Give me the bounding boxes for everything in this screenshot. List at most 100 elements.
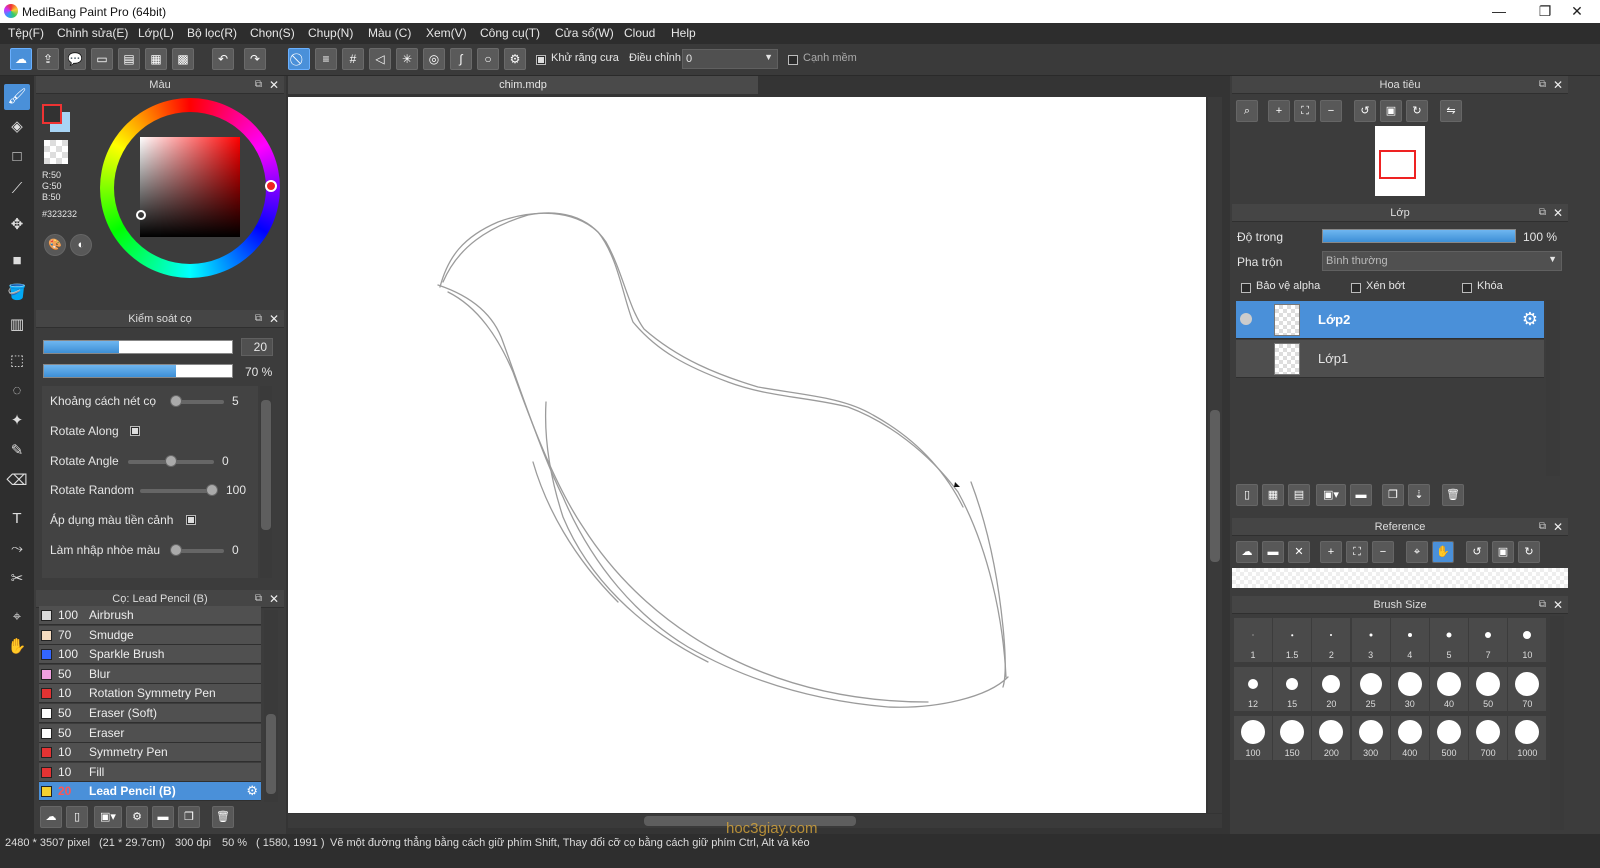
brush-size-scrollbar[interactable]	[1550, 616, 1564, 830]
cloud-brush-icon[interactable]: ☁	[40, 806, 62, 828]
brush-list-item[interactable]: 100 Sparkle Brush	[39, 645, 261, 665]
brush-size-preset[interactable]: 400	[1390, 716, 1429, 760]
merge-layer-icon[interactable]: ⇣	[1408, 484, 1430, 506]
select-eraser-tool-icon[interactable]: ⌫	[4, 468, 30, 494]
stroke-spacing-knob[interactable]	[170, 395, 182, 407]
layer-row-lop2[interactable]: Lớp2 ⚙	[1236, 301, 1544, 339]
popout-icon[interactable]: ⧉	[1539, 204, 1546, 222]
palette-icon[interactable]: 🎨	[44, 234, 66, 256]
duplicate-brush-icon[interactable]: ❐	[178, 806, 200, 828]
hand-tool-icon[interactable]: ✋	[4, 634, 30, 660]
cloud-reference-icon[interactable]: ☁	[1236, 541, 1258, 563]
layer-folder-icon[interactable]: ▬	[1350, 484, 1372, 506]
layer-list-scrollbar[interactable]	[1546, 300, 1560, 476]
hand-icon[interactable]: ✋	[1432, 541, 1454, 563]
brush-list-item[interactable]: 10 Rotation Symmetry Pen	[39, 684, 261, 704]
brush-size-preset[interactable]: 5	[1430, 618, 1468, 662]
popout-icon[interactable]: ⧉	[255, 76, 262, 94]
clipping-checkbox[interactable]	[1351, 281, 1361, 295]
rotate-angle-knob[interactable]	[165, 455, 177, 467]
brush-settings-gear-icon[interactable]: ⚙	[246, 783, 258, 799]
menu-layer[interactable]: Lớp(L)	[138, 26, 174, 40]
brush-size-preset[interactable]: 700	[1469, 716, 1508, 760]
zoom-icon[interactable]: ⌕	[1236, 100, 1258, 122]
brush-size-preset[interactable]: 15	[1273, 667, 1312, 711]
radial-snap-icon[interactable]: ✳	[396, 48, 418, 70]
rotate-right-icon[interactable]: ↻	[1406, 100, 1428, 122]
menu-tools[interactable]: Công cụ(T)	[480, 26, 540, 40]
rotate-right-icon[interactable]: ↻	[1518, 541, 1540, 563]
lock-checkbox[interactable]	[1462, 281, 1472, 295]
brush-size-preset[interactable]: 50	[1469, 667, 1508, 711]
snap-off-icon[interactable]: ⃠	[288, 48, 310, 70]
rotate-along-checkbox[interactable]	[130, 424, 140, 438]
soft-edge-checkbox[interactable]	[788, 53, 798, 67]
panel-layout-icon[interactable]: ▦	[145, 48, 167, 70]
fit-screen-icon[interactable]: ⛶	[1294, 100, 1316, 122]
protect-alpha-checkbox[interactable]	[1241, 281, 1251, 295]
brush-list-item[interactable]: 10 Symmetry Pen	[39, 743, 261, 763]
brush-size-preset[interactable]: 300	[1351, 716, 1390, 760]
close-panel-icon[interactable]: ✕	[1553, 204, 1563, 222]
brush-size-preset[interactable]: 200	[1312, 716, 1351, 760]
actual-size-icon[interactable]: ▣	[1492, 541, 1514, 563]
brush-list-item[interactable]: 50 Eraser	[39, 723, 261, 743]
brush-list-item[interactable]: 50 Blur	[39, 664, 261, 684]
add-brush-menu-icon[interactable]: ▣▾	[94, 806, 122, 828]
folder-icon[interactable]: ▬	[152, 806, 174, 828]
cloud-save-icon[interactable]: ☁	[10, 48, 32, 70]
flip-icon[interactable]: ⇋	[1440, 100, 1462, 122]
popout-icon[interactable]: ⧉	[1539, 518, 1546, 536]
vanishing-point-snap-icon[interactable]: ◁	[369, 48, 391, 70]
select-pen-tool-icon[interactable]: ✎	[4, 438, 30, 464]
navigator-view-rect[interactable]	[1379, 150, 1416, 179]
operation-tool-icon[interactable]: ⤳	[4, 536, 30, 562]
close-reference-icon[interactable]: ✕	[1288, 541, 1310, 563]
drawing-canvas[interactable]	[288, 97, 1206, 813]
parallel-snap-icon[interactable]: ≡	[315, 48, 337, 70]
apply-foreground-checkbox[interactable]	[186, 513, 196, 527]
rotate-random-knob[interactable]	[206, 484, 218, 496]
brush-list-item[interactable]: 70 Smudge	[39, 625, 261, 645]
brush-list-item[interactable]: 100 Airbrush	[39, 606, 261, 625]
rotate-left-icon[interactable]: ↺	[1466, 541, 1488, 563]
close-button[interactable]: ✕	[1554, 0, 1600, 23]
zoom-in-icon[interactable]: +	[1320, 541, 1342, 563]
curve-snap-icon[interactable]: ∫	[450, 48, 472, 70]
snap-settings-icon[interactable]: ⚙	[504, 48, 526, 70]
brush-list-item[interactable]: 50 Eraser (Soft)	[39, 704, 261, 723]
magic-wand-tool-icon[interactable]: ✦	[4, 408, 30, 434]
document-tab[interactable]: chim.mdp	[288, 76, 758, 94]
antialias-checkbox[interactable]	[536, 53, 546, 67]
circle-snap-icon[interactable]: ○	[477, 48, 499, 70]
zoom-out-icon[interactable]: −	[1372, 541, 1394, 563]
layer-row-lop1[interactable]: Lớp1	[1236, 340, 1544, 378]
brush-list-item[interactable]: 10 Fill	[39, 762, 261, 782]
brush-size-preset[interactable]: 1	[1234, 618, 1272, 662]
menu-help[interactable]: Help	[671, 26, 696, 40]
fit-screen-icon[interactable]: ⛶	[1346, 541, 1368, 563]
open-reference-icon[interactable]: ▬	[1262, 541, 1284, 563]
comic-bubble-icon[interactable]: ▭	[91, 48, 113, 70]
rotate-random-track[interactable]	[140, 489, 216, 493]
blend-mode-dropdown[interactable]: Bình thường ▼	[1322, 251, 1562, 271]
brush-list-scrollbar[interactable]	[264, 610, 278, 802]
concentric-snap-icon[interactable]: ◎	[423, 48, 445, 70]
brush-size-preset[interactable]: 25	[1351, 667, 1390, 711]
color-blur-knob[interactable]	[170, 544, 182, 556]
menu-edit[interactable]: Chỉnh sửa(E)	[57, 26, 128, 40]
brush-size-preset[interactable]: 100	[1234, 716, 1272, 760]
duplicate-layer-icon[interactable]: ❐	[1382, 484, 1404, 506]
brush-list-item[interactable]: 20 Lead Pencil (B) ⚙	[39, 782, 261, 802]
brush-size-preset[interactable]: 20	[1312, 667, 1351, 711]
hue-marker[interactable]	[265, 180, 277, 192]
new-8bit-layer-icon[interactable]: ▤	[1288, 484, 1310, 506]
color-settings-icon[interactable]: ◐	[70, 234, 92, 256]
transparent-color-swatch[interactable]	[44, 140, 68, 164]
brush-size-preset[interactable]: 12	[1234, 667, 1272, 711]
color-marker[interactable]	[136, 210, 146, 220]
brush-opacity-slider[interactable]	[43, 364, 233, 378]
brush-size-preset[interactable]: 1.5	[1273, 618, 1312, 662]
grid-tool-icon[interactable]: ▩	[172, 48, 194, 70]
popout-icon[interactable]: ⧉	[1539, 76, 1546, 94]
